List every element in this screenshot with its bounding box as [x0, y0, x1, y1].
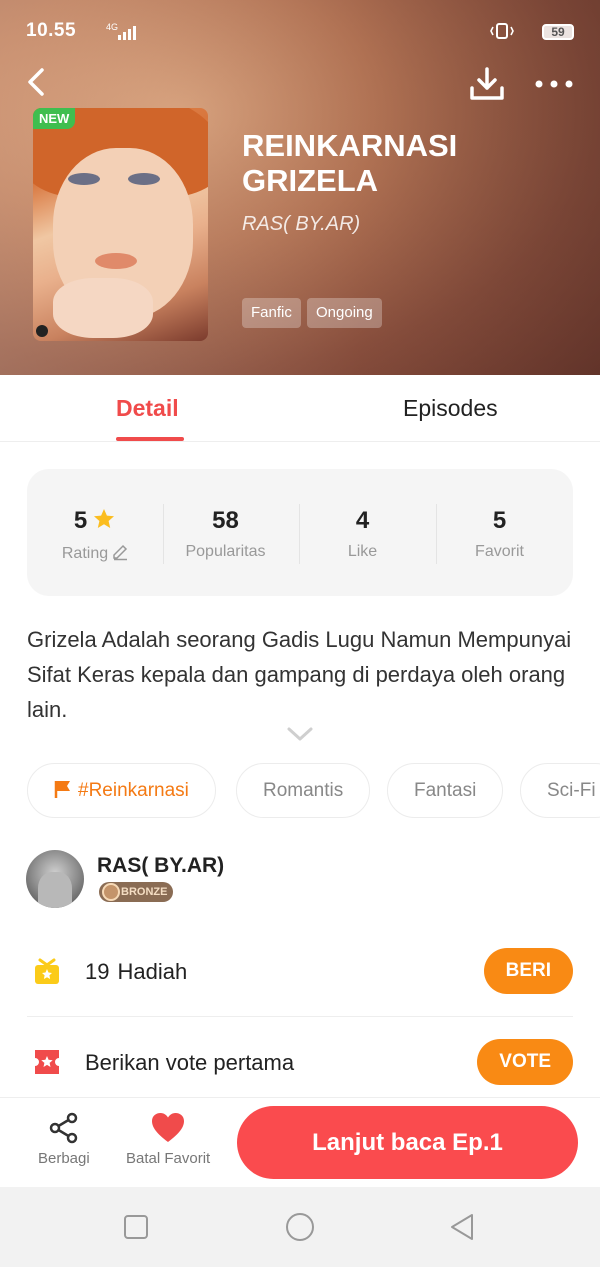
gift-row: 19 Hadiah [85, 959, 187, 985]
vibrate-icon [490, 23, 514, 39]
tab-detail[interactable]: Detail [116, 395, 179, 422]
vote-button[interactable]: VOTE [477, 1039, 573, 1085]
tab-bar: Detail Episodes [0, 375, 600, 442]
tab-episodes[interactable]: Episodes [403, 395, 498, 422]
stat-rating[interactable]: 5 Rating [27, 507, 164, 563]
gift-icon [35, 958, 59, 984]
stat-like: 4 Like [294, 507, 431, 561]
genre-chip-reinkarnasi[interactable]: #Reinkarnasi [27, 763, 216, 818]
vote-row-label: Berikan vote pertama [85, 1050, 295, 1075]
share-label: Berbagi [38, 1150, 90, 1167]
book-title: REINKARNASI GRIZELA [242, 128, 458, 198]
flag-icon [54, 781, 70, 798]
share-icon [49, 1112, 78, 1144]
star-icon [94, 509, 115, 528]
network-type: 4G [106, 22, 119, 32]
stat-label: Popularitas [185, 543, 266, 560]
tag-fanfic: Fanfic [242, 298, 301, 328]
synopsis-text: Grizela Adalah seorang Gadis Lugu Namun … [27, 627, 572, 722]
genre-chip-scifi[interactable]: Sci-Fi [520, 763, 600, 818]
avatar[interactable] [26, 850, 84, 908]
favorite-label: Batal Favorit [126, 1150, 211, 1167]
bottom-action-bar: Berbagi Batal Favorit Lanjut baca Ep.1 [0, 1097, 600, 1187]
rank-badge: BRONZE [99, 882, 174, 902]
divider [27, 1016, 573, 1017]
gift-count: 19 [85, 959, 110, 984]
book-cover[interactable]: NEW [33, 108, 208, 341]
signal-icon [118, 26, 138, 40]
stats-card: 5 Rating 58 Popularitas 4 Like 5 Favorit [27, 469, 573, 596]
stat-label: Like [347, 543, 378, 560]
stat-value: 5 [73, 507, 88, 534]
user-icon [36, 325, 48, 337]
medal-icon [102, 883, 120, 901]
nav-back-icon[interactable] [446, 1211, 478, 1243]
unfavorite-button[interactable]: Batal Favorit [126, 1112, 210, 1167]
tab-indicator [116, 437, 184, 441]
genre-chip-romantis[interactable]: Romantis [236, 763, 371, 818]
status-bar: 10.55 4G 59 [26, 18, 574, 46]
author-name[interactable]: RAS( BY.AR) [97, 854, 224, 878]
nav-home-icon[interactable] [284, 1211, 316, 1243]
chip-label: #Reinkarnasi [78, 780, 189, 801]
nav-recent-icon[interactable] [120, 1211, 152, 1243]
status-time: 10.55 [26, 20, 77, 41]
stat-label: Favorit [475, 543, 524, 560]
continue-reading-button[interactable]: Lanjut baca Ep.1 [237, 1106, 578, 1179]
battery-icon: 59 [542, 24, 574, 40]
heart-icon [152, 1113, 185, 1142]
stat-value: 5 [492, 507, 507, 534]
system-nav-bar [0, 1187, 600, 1267]
more-icon[interactable] [534, 72, 574, 96]
stat-popularity: 58 Popularitas [157, 507, 294, 561]
stat-value: 58 [212, 507, 239, 534]
chevron-down-icon[interactable] [286, 726, 314, 742]
genre-chip-fantasi[interactable]: Fantasi [387, 763, 504, 818]
back-arrow-icon[interactable] [20, 64, 56, 100]
book-header: 10.55 4G 59 NEW REINKARNASI GRIZELA RAS(… [0, 0, 600, 375]
share-button[interactable]: Berbagi [38, 1112, 90, 1167]
ticket-icon [35, 1050, 59, 1074]
stat-value: 4 [355, 507, 370, 534]
rank-label: BRONZE [121, 886, 168, 898]
give-gift-button[interactable]: BERI [483, 948, 573, 994]
new-badge: NEW [33, 108, 76, 129]
stat-label: Rating [61, 545, 109, 562]
gift-label: Hadiah [117, 959, 188, 984]
stat-favorite: 5 Favorit [431, 507, 568, 561]
book-author[interactable]: RAS( BY.AR) [242, 213, 360, 236]
pencil-icon[interactable] [111, 543, 129, 561]
tag-ongoing: Ongoing [307, 298, 382, 328]
download-icon[interactable] [468, 66, 506, 102]
